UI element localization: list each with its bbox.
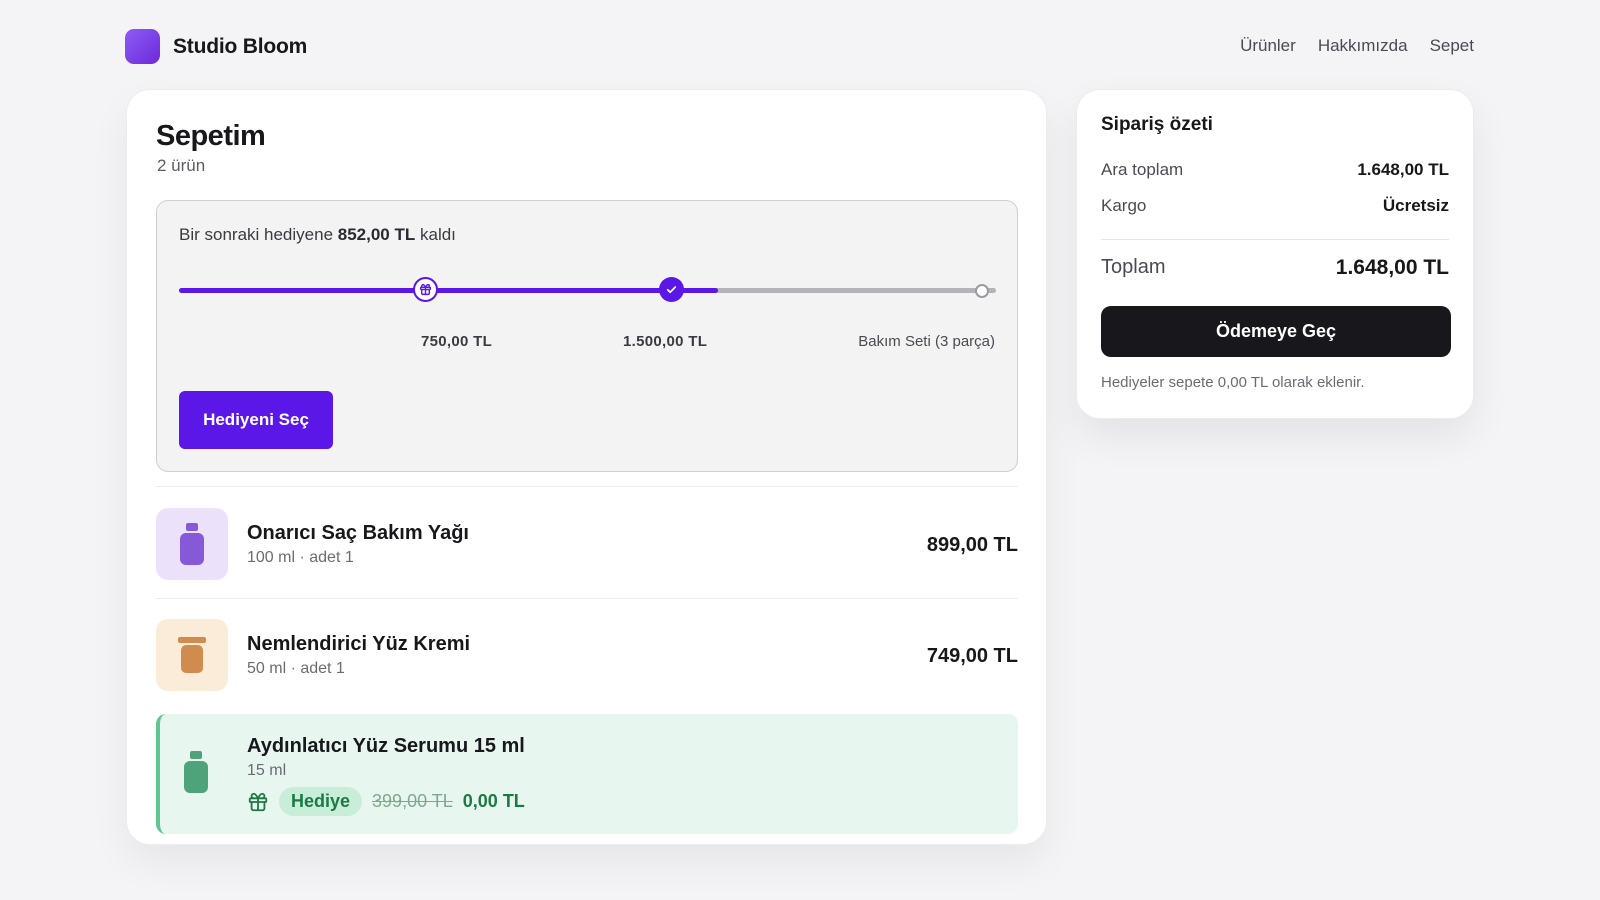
gift-note: Hediyeler sepete 0,00 TL olarak eklenir. [1101,374,1365,391]
cart-item-meta: 50 ml · adet 1 [247,660,345,677]
gift-remaining-amount: 852,00 TL [337,225,416,244]
gift-icon [248,792,268,811]
gift-cart-item[interactable]: Aydınlatıcı Yüz Serumu 15 ml 15 ml Hediy… [156,714,1018,834]
cart-item-price: 749,00 TL [926,645,1018,667]
nav-link-products[interactable]: Ürünler [1240,36,1296,56]
gift-progress-panel: Bir sonraki hediyene 852,00 TL kaldı 750… [156,200,1018,472]
gift-item-name: Aydınlatıcı Yüz Serumu 15 ml [247,735,525,757]
order-summary-title: Sipariş özeti [1101,114,1213,135]
gift-item-meta: 15 ml [247,762,287,779]
brand-name: Studio Bloom [173,34,308,58]
cart-title: Sepetim [156,120,266,152]
milestone-3-marker [975,284,989,298]
subtotal-value: 1.648,00 TL [1357,160,1449,179]
subtotal-label: Ara toplam [1101,160,1184,179]
gift-progress-track [179,288,996,293]
bottle-icon [180,523,204,565]
nav-link-about[interactable]: Hakkımızda [1318,36,1408,56]
gift-badge: Hediye [279,787,363,816]
shipping-label: Kargo [1101,196,1147,215]
milestone-2-marker [659,277,684,302]
cart-item-price: 899,00 TL [926,534,1018,556]
bottle-icon [184,751,208,793]
milestone-2-label: 1.500,00 TL [623,333,708,350]
order-summary-card: Sipariş özeti Ara toplam 1.648,00 TL Kar… [1076,89,1474,419]
checkout-button[interactable]: Ödemeye Geç [1101,306,1451,357]
product-thumbnail [156,508,228,580]
product-thumbnail [160,736,232,808]
cart-item[interactable]: Onarıcı Saç Bakım Yağı 100 ml · adet 1 8… [156,488,1018,598]
total-value: 1.648,00 TL [1335,256,1449,279]
cart-item[interactable]: Nemlendirici Yüz Kremi 50 ml · adet 1 74… [156,599,1018,709]
choose-gift-button[interactable]: Hediyeni Seç [179,391,333,449]
brand-logo [125,29,160,64]
gift-item-pricing: Hediye 399,00 TL 0,00 TL [247,787,525,816]
total-label: Toplam [1101,256,1166,278]
gift-progress-fill [179,288,719,293]
cart-item-meta: 100 ml · adet 1 [247,549,354,566]
cart-item-count: 2 ürün [157,156,206,175]
milestone-1-marker [413,277,438,302]
nav-link-cart[interactable]: Sepet [1430,36,1474,56]
milestone-1-label: 750,00 TL [421,333,493,350]
check-icon [666,286,677,294]
jar-icon [178,637,206,673]
gift-item-new-price: 0,00 TL [462,791,525,811]
milestone-3-label: Bakım Seti (3 parça) [858,333,995,350]
shipping-row: Kargo Ücretsiz [1101,196,1449,216]
top-nav: Ürünler Hakkımızda Sepet [1240,36,1474,56]
cart-item-name[interactable]: Nemlendirici Yüz Kremi [247,633,470,656]
divider [1101,239,1449,240]
brand[interactable]: Studio Bloom [125,29,307,64]
product-thumbnail [156,619,228,691]
cart-card: Sepetim 2 ürün Bir sonraki hediyene 852,… [126,89,1047,845]
subtotal-row: Ara toplam 1.648,00 TL [1101,160,1449,180]
cart-item-name[interactable]: Onarıcı Saç Bakım Yağı [247,522,469,545]
gift-icon [419,283,432,296]
total-row: Toplam 1.648,00 TL [1101,256,1449,280]
gift-progress-message: Bir sonraki hediyene 852,00 TL kaldı [179,225,456,244]
shipping-value: Ücretsiz [1382,196,1449,215]
gift-item-old-price: 399,00 TL [372,791,453,811]
divider [156,486,1018,487]
